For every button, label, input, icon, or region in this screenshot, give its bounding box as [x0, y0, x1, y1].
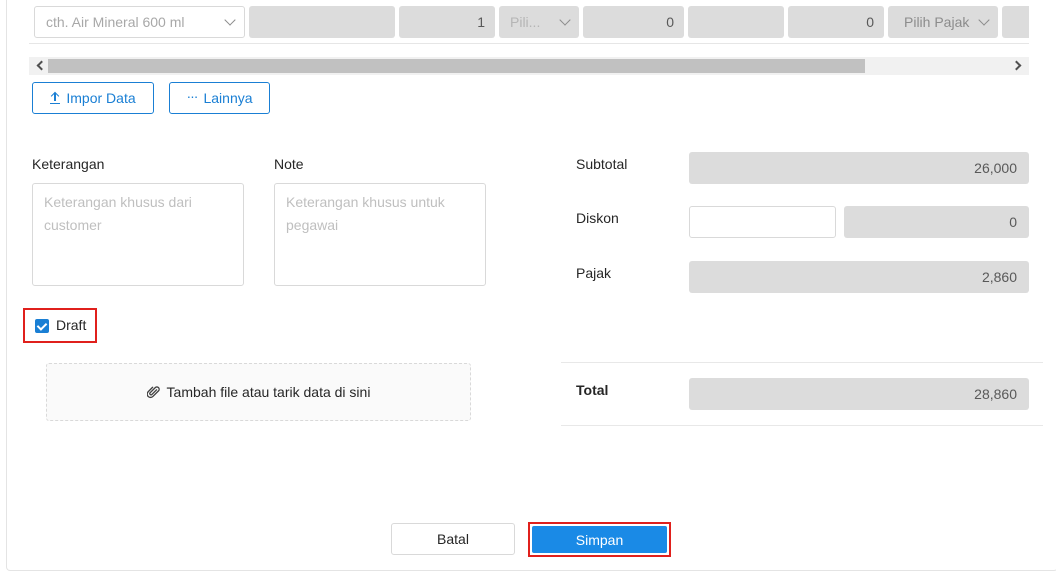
more-options-label: Lainnya	[203, 90, 253, 106]
keterangan-textarea[interactable]: Keterangan khusus dari customer	[32, 183, 244, 286]
save-highlight: Simpan	[528, 522, 671, 557]
quantity-field[interactable]: 1	[399, 6, 495, 38]
draft-label[interactable]: Draft	[56, 317, 86, 333]
total-value: 28,860	[974, 386, 1017, 402]
divider	[561, 425, 1043, 426]
chevron-down-icon	[978, 14, 990, 26]
cancel-button[interactable]: Batal	[391, 523, 515, 555]
more-dots-icon: ···	[186, 87, 198, 104]
tax-select-placeholder: Pilih Pajak	[904, 14, 970, 30]
diskon-label: Diskon	[576, 210, 619, 226]
diskon-input[interactable]	[689, 206, 836, 238]
note-label: Note	[274, 156, 304, 172]
import-data-button[interactable]: Impor Data	[32, 82, 154, 114]
discount-percent-field[interactable]	[688, 6, 784, 38]
dropzone-label: Tambah file atau tarik data di sini	[166, 384, 371, 400]
scroll-left-icon[interactable]	[36, 60, 47, 71]
product-select-placeholder: cth. Air Mineral 600 ml	[46, 14, 185, 30]
quantity-value: 1	[477, 14, 485, 30]
product-select[interactable]: cth. Air Mineral 600 ml	[34, 6, 245, 38]
cancel-label: Batal	[437, 531, 469, 547]
divider	[561, 362, 1043, 363]
discount-value: 0	[866, 14, 874, 30]
subtotal-label: Subtotal	[576, 156, 628, 172]
upload-icon	[50, 92, 61, 104]
horizontal-scrollbar[interactable]	[29, 57, 1029, 75]
diskon-value: 0	[1009, 214, 1017, 230]
diskon-amount-field: 0	[844, 206, 1029, 238]
import-data-label: Impor Data	[66, 90, 136, 106]
product-line-row: cth. Air Mineral 600 ml 1 Pili... 0 0 Pi…	[29, 0, 1029, 44]
paperclip-icon	[146, 386, 160, 399]
chevron-down-icon	[559, 14, 571, 26]
total-label: Total	[576, 382, 609, 398]
pajak-label: Pajak	[576, 265, 612, 281]
unit-select-placeholder: Pili...	[510, 14, 541, 30]
draft-highlight: Draft	[23, 308, 97, 343]
amount-field[interactable]	[1002, 6, 1029, 38]
scroll-right-icon[interactable]	[1011, 60, 1022, 71]
unit-select[interactable]: Pili...	[499, 6, 579, 38]
chevron-down-icon	[224, 14, 236, 26]
pajak-field: 2,860	[689, 261, 1029, 293]
subtotal-field: 26,000	[689, 152, 1029, 184]
pajak-value: 2,860	[981, 269, 1017, 285]
keterangan-label: Keterangan	[32, 156, 105, 172]
note-placeholder: Keterangan khusus untuk pegawai	[286, 194, 445, 233]
save-button[interactable]: Simpan	[532, 526, 667, 553]
note-textarea[interactable]: Keterangan khusus untuk pegawai	[274, 183, 486, 286]
tax-select[interactable]: Pilih Pajak	[888, 6, 998, 38]
subtotal-value: 26,000	[974, 160, 1017, 176]
discount-amount-field[interactable]: 0	[788, 6, 884, 38]
total-field: 28,860	[689, 378, 1029, 410]
price-value: 0	[666, 14, 674, 30]
save-label: Simpan	[575, 531, 624, 548]
draft-checkbox[interactable]	[35, 319, 49, 333]
description-field[interactable]	[249, 6, 395, 38]
scrollbar-thumb[interactable]	[48, 59, 865, 73]
keterangan-placeholder: Keterangan khusus dari customer	[44, 194, 192, 233]
price-field[interactable]: 0	[583, 6, 684, 38]
more-options-button[interactable]: ··· Lainnya	[169, 82, 270, 114]
file-dropzone[interactable]: Tambah file atau tarik data di sini	[46, 363, 471, 421]
